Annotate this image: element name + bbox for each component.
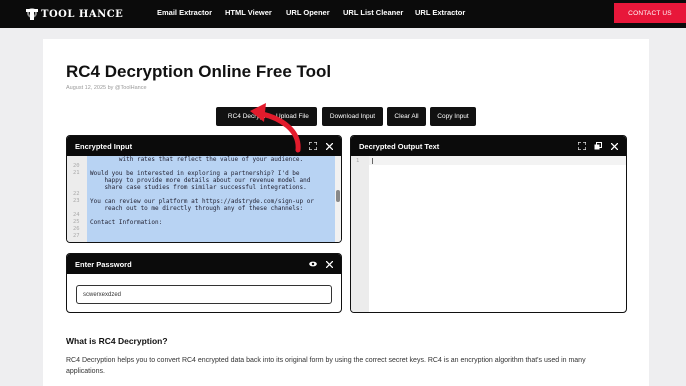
clear-all-button[interactable]: Clear All	[387, 107, 426, 126]
code-line: Contact Information:	[90, 219, 163, 226]
output-line-gutter: 1	[351, 156, 369, 312]
line-number: 22	[73, 191, 80, 197]
decrypted-output-title: Decrypted Output Text	[359, 141, 440, 151]
code-line: happy to provide more details about our …	[90, 177, 311, 184]
line-number: 20	[73, 163, 80, 169]
nav-link-url-opener[interactable]: URL Opener	[286, 8, 330, 17]
code-line: share case studies from similar successf…	[90, 184, 307, 191]
download-input-button[interactable]: Download Input	[322, 107, 383, 126]
contact-us-button[interactable]: CONTACT US	[614, 3, 686, 23]
output-line-number: 1	[356, 158, 360, 164]
eye-icon[interactable]	[309, 260, 317, 268]
editor-scrollbar[interactable]	[335, 156, 341, 242]
encrypted-input-editor[interactable]: 20 21 22 23 24 25 26 27 with rates that reflect…	[67, 156, 341, 242]
site-logo[interactable]: TOOL HANCE	[26, 7, 123, 21]
nav-link-email-extractor[interactable]: Email Extractor	[157, 8, 212, 17]
password-panel: Enter Password scwerxexdzed	[66, 253, 342, 313]
page-title: RC4 Decryption Online Free Tool	[66, 62, 332, 81]
password-title: Enter Password	[75, 259, 132, 269]
nav-link-html-viewer[interactable]: HTML Viewer	[225, 8, 272, 17]
encrypted-input-title: Encrypted Input	[75, 141, 133, 151]
section-text: RC4 Decryption helps you to convert RC4 …	[66, 357, 586, 375]
code-line: You can review our platform at https://a…	[90, 198, 314, 205]
decrypted-output-panel: Decrypted Output Text 1	[350, 135, 627, 313]
top-navbar: TOOL HANCE Email Extractor HTML Viewer U…	[0, 0, 686, 28]
copy-icon[interactable]	[594, 142, 602, 150]
password-input[interactable]: scwerxexdzed	[76, 285, 332, 304]
red-arrow-icon	[250, 103, 301, 153]
line-number: 27	[73, 233, 80, 239]
decrypted-output-text[interactable]	[369, 156, 626, 165]
text-cursor	[372, 158, 373, 164]
line-number: 21	[73, 170, 80, 176]
close-icon[interactable]	[325, 142, 333, 150]
scrollbar-thumb[interactable]	[336, 190, 340, 202]
logo-icon	[26, 8, 38, 20]
page-meta: August 12, 2025 by @ToolHance	[66, 85, 147, 91]
close-icon[interactable]	[325, 260, 333, 268]
decrypted-output-header: Decrypted Output Text	[351, 136, 626, 156]
line-number: 25	[73, 219, 80, 225]
section-title: What is RC4 Decryption?	[66, 336, 168, 346]
line-number	[67, 205, 87, 212]
code-line: with rates that reflect the value of you…	[90, 156, 304, 163]
close-icon[interactable]	[610, 142, 618, 150]
line-number	[67, 156, 87, 163]
line-number	[67, 184, 87, 191]
line-number	[67, 177, 87, 184]
encrypted-input-text[interactable]: with rates that reflect the value of you…	[87, 156, 341, 242]
password-header: Enter Password	[67, 254, 341, 274]
line-number: 26	[73, 226, 80, 232]
fullscreen-icon[interactable]	[578, 142, 586, 150]
nav-link-url-list-cleaner[interactable]: URL List Cleaner	[343, 8, 403, 17]
logo-text: TOOL HANCE	[41, 8, 124, 20]
code-line: Would you be interested in exploring a p…	[90, 170, 300, 177]
line-number: 24	[73, 212, 80, 218]
line-number-gutter: 20 21 22 23 24 25 26 27	[67, 156, 87, 242]
nav-link-url-extractor[interactable]: URL Extractor	[415, 8, 465, 17]
fullscreen-icon[interactable]	[309, 142, 317, 150]
copy-input-button[interactable]: Copy Input	[430, 107, 476, 126]
code-line: reach out to me directly through any of …	[90, 205, 304, 212]
line-number: 23	[73, 198, 80, 204]
